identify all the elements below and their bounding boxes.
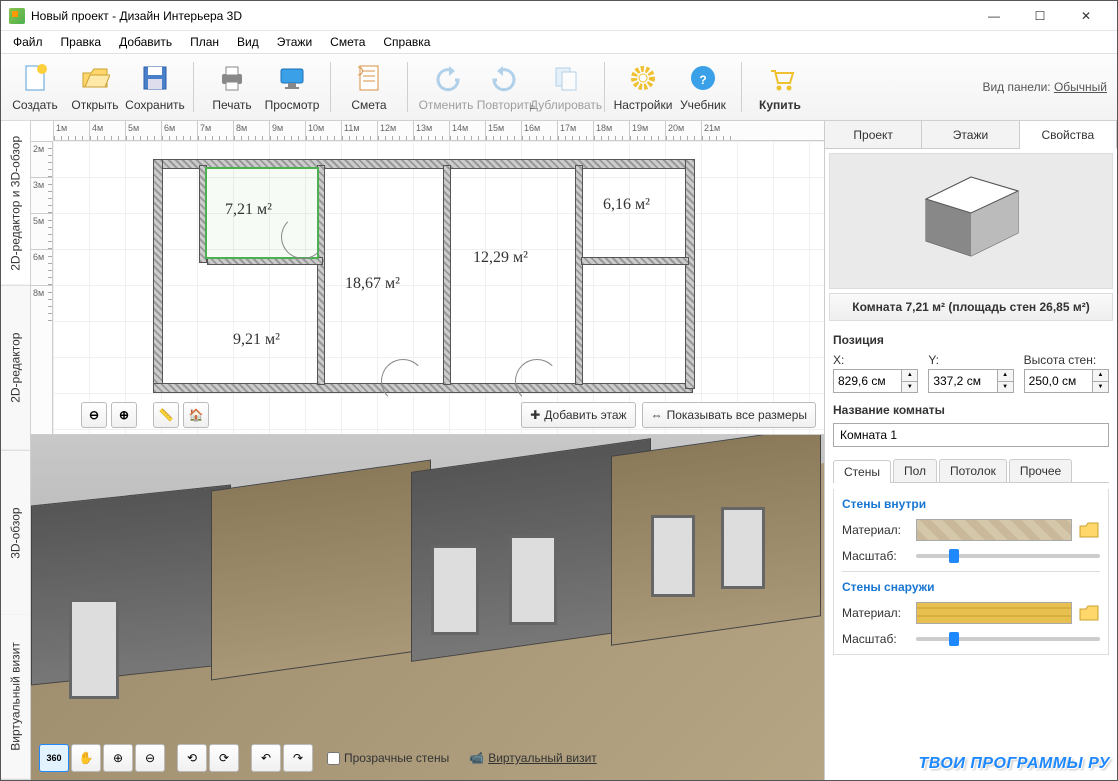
menubar: Файл Правка Добавить План Вид Этажи Смет… [1,31,1117,53]
ruler-horizontal: 1м4м5м6м7м8м9м10м11м12м13м14м15м16м17м18… [53,121,824,141]
vtab-3d[interactable]: 3D-обзор [1,451,30,616]
menu-plan[interactable]: План [182,33,227,51]
camera-icon: 📹 [469,751,484,765]
vtab-virtual[interactable]: Виртуальный визит [1,615,30,780]
zoom-in-icon[interactable]: ⊕ [111,402,137,428]
plus-floor-icon: ✚ [530,408,540,422]
dims-icon: ⇔ [651,408,663,422]
transparent-walls-checkbox[interactable] [327,752,340,765]
browse-material-in-icon[interactable] [1078,520,1100,540]
new-button[interactable]: Создать [5,56,65,118]
room-name-title: Название комнаты [833,403,1109,417]
add-floor-button[interactable]: ✚Добавить этаж [521,402,635,428]
room-area-2: 6,16 м² [603,196,650,214]
watermark: ТВОИ ПРОГРАММЫ РУ [919,755,1111,773]
home-icon[interactable]: 🏠 [183,402,209,428]
tab-floors[interactable]: Этажи [922,121,1019,148]
app-icon [9,8,25,24]
preview-button[interactable]: Просмотр [262,56,322,118]
estimate-button[interactable]: Смета [339,56,399,118]
zoom-out-icon[interactable]: ⊖ [81,402,107,428]
tutorial-button[interactable]: ?Учебник [673,56,733,118]
hand-pan-icon[interactable]: ✋ [71,744,101,772]
tab-properties[interactable]: Свойства [1020,121,1117,149]
subtab-walls[interactable]: Стены [833,460,891,483]
minimize-button[interactable]: — [971,1,1017,31]
save-button[interactable]: Сохранить [125,56,185,118]
rotate-ccw-icon[interactable]: ⟲ [177,744,207,772]
view-3d[interactable]: 360 ✋ ⊕ ⊖ ⟲ ⟳ ↶ ↷ Прозрачные стены 📹Вирт… [31,435,824,780]
material-outside-swatch[interactable] [916,602,1072,624]
vtab-2d[interactable]: 2D-редактор [1,286,30,451]
scale-outside-slider[interactable] [916,637,1100,641]
room-3d-preview [829,153,1113,289]
subtab-floor[interactable]: Пол [893,459,937,482]
pos-x-input[interactable]: ▲▼ [833,369,918,393]
settings-button[interactable]: Настройки [613,56,673,118]
zoom-out-3d-icon[interactable]: ⊖ [135,744,165,772]
subtab-ceiling[interactable]: Потолок [939,459,1007,482]
room-area-3: 18,67 м² [345,275,400,293]
zoom-in-3d-icon[interactable]: ⊕ [103,744,133,772]
position-title: Позиция [833,333,1109,347]
scale-inside-slider[interactable] [916,554,1100,558]
vertical-tabs: 2D-редактор и 3D-обзор 2D-редактор 3D-об… [1,121,31,780]
plan-2d-view[interactable]: 1м4м5м6м7м8м9м10м11м12м13м14м15м16м17м18… [31,121,824,435]
browse-material-out-icon[interactable] [1078,603,1100,623]
menu-floors[interactable]: Этажи [269,33,320,51]
titlebar: Новый проект - Дизайн Интерьера 3D — ☐ ✕ [1,1,1117,31]
redo-button[interactable]: Повторить [476,56,536,118]
room-area-1: 7,21 м² [225,201,272,219]
rotate-cw-icon[interactable]: ⟳ [209,744,239,772]
panel-mode: Вид панели: Обычный [982,80,1107,94]
properties-panel: Проект Этажи Свойства Комната 7,21 м² (п… [824,121,1117,780]
buy-button[interactable]: Купить [750,56,810,118]
walls-inside-header: Стены внутри [842,497,1100,511]
undo-button[interactable]: Отменить [416,56,476,118]
room-info: Комната 7,21 м² (площадь стен 26,85 м²) [829,293,1113,321]
undo-3d-icon[interactable]: ↶ [251,744,281,772]
walls-outside-header: Стены снаружи [842,580,1100,594]
subtab-other[interactable]: Прочее [1009,459,1072,482]
ruler-vertical: 2м3м5м6м8м [31,141,53,434]
toolbar: Создать Открыть Сохранить Печать Просмот… [1,53,1117,121]
room-area-4: 12,29 м² [473,249,528,267]
svg-text:?: ? [699,73,706,87]
duplicate-button[interactable]: Дублировать [536,56,596,118]
room-name-input[interactable] [833,423,1109,447]
wall-height-input[interactable]: ▲▼ [1024,369,1109,393]
maximize-button[interactable]: ☐ [1017,1,1063,31]
menu-help[interactable]: Справка [375,33,438,51]
3d-controls: 360 ✋ ⊕ ⊖ ⟲ ⟳ ↶ ↷ Прозрачные стены 📹Вирт… [39,744,816,772]
material-inside-swatch[interactable] [916,519,1072,541]
menu-view[interactable]: Вид [229,33,267,51]
menu-add[interactable]: Добавить [111,33,180,51]
window-title: Новый проект - Дизайн Интерьера 3D [31,9,971,23]
open-button[interactable]: Открыть [65,56,125,118]
orbit-360-icon[interactable]: 360 [39,744,69,772]
ruler-icon[interactable]: 📏 [153,402,179,428]
tab-project[interactable]: Проект [825,121,922,148]
menu-estimate[interactable]: Смета [322,33,373,51]
vtab-2d3d[interactable]: 2D-редактор и 3D-обзор [1,121,30,286]
pos-y-input[interactable]: ▲▼ [928,369,1013,393]
virtual-visit-link[interactable]: Виртуальный визит [488,751,597,765]
panel-mode-link[interactable]: Обычный [1054,80,1107,94]
show-dims-button[interactable]: ⇔Показывать все размеры [642,402,816,428]
room-area-5: 9,21 м² [233,331,280,349]
print-button[interactable]: Печать [202,56,262,118]
menu-file[interactable]: Файл [5,33,51,51]
close-button[interactable]: ✕ [1063,1,1109,31]
redo-3d-icon[interactable]: ↷ [283,744,313,772]
menu-edit[interactable]: Правка [53,33,110,51]
